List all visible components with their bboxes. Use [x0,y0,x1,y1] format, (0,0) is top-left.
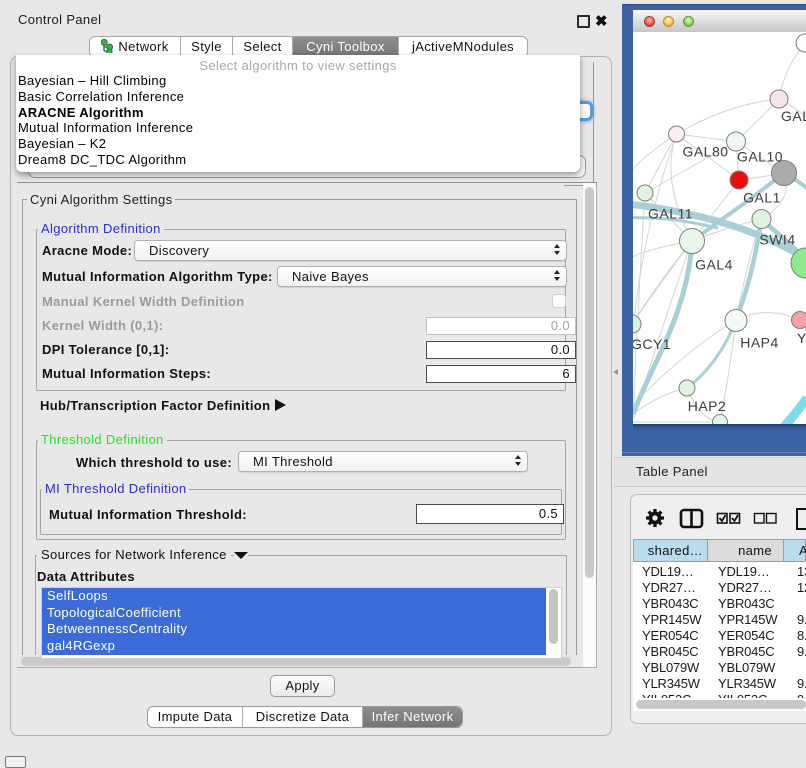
svg-text:GAL1: GAL1 [743,190,781,206]
svg-text:GCY1: GCY1 [633,336,671,352]
svg-text:GAL80: GAL80 [682,144,728,160]
svg-text:SWI4: SWI4 [759,232,795,248]
svg-text:GAL7: GAL7 [781,108,806,124]
svg-text:HAP4: HAP4 [740,335,779,351]
svg-text:YM: YM [797,330,806,346]
svg-text:HAP2: HAP2 [688,398,727,414]
svg-text:GAL4: GAL4 [695,257,733,273]
svg-text:GAL11: GAL11 [648,206,693,222]
svg-text:GAL10: GAL10 [737,149,783,165]
